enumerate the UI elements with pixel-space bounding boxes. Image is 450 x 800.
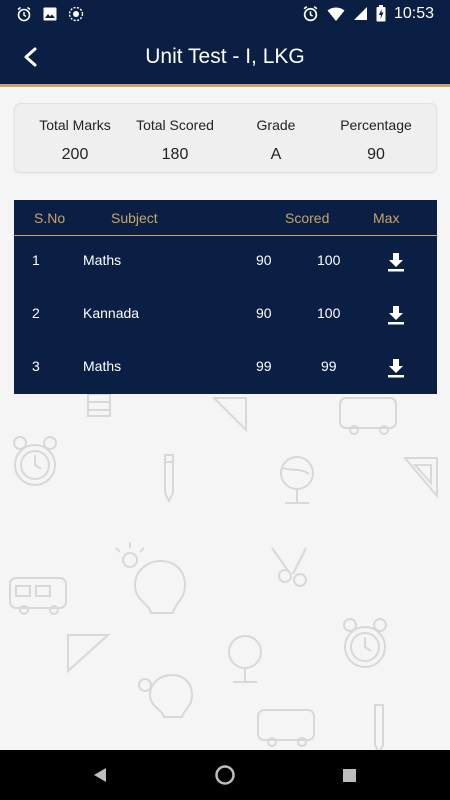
total-marks-label: Total Marks xyxy=(39,117,111,133)
percentage-value: 90 xyxy=(367,146,385,163)
pencil-doodle-icon xyxy=(164,454,174,504)
alarm-clock-doodle-icon xyxy=(343,618,387,668)
header-scored: Scored xyxy=(285,210,330,226)
row-max: 99 xyxy=(321,358,337,374)
signal-icon xyxy=(353,7,367,20)
grade-column: Grade A xyxy=(226,104,326,174)
image-icon xyxy=(43,7,57,20)
total-scored-label: Total Scored xyxy=(136,117,214,133)
total-scored-column: Total Scored 180 xyxy=(125,104,225,174)
nav-recents-button[interactable] xyxy=(336,762,362,788)
sync-icon xyxy=(68,6,84,21)
bulb-head-doodle-icon xyxy=(138,673,194,718)
navigation-bar xyxy=(0,750,450,800)
pencil-doodle-icon xyxy=(374,704,384,750)
header-sno: S.No xyxy=(34,210,66,226)
total-marks-column: Total Marks 200 xyxy=(25,104,125,174)
table-header: S.No Subject Scored Max xyxy=(14,200,437,236)
total-marks-value: 200 xyxy=(61,146,89,163)
home-circle-icon xyxy=(215,765,235,785)
bus-doodle-icon xyxy=(9,577,67,615)
bulb-head-doodle-icon xyxy=(115,542,187,614)
row-scored: 90 xyxy=(256,252,272,268)
row-scored: 90 xyxy=(256,305,272,321)
download-icon xyxy=(388,253,404,272)
globe-doodle-icon xyxy=(228,635,262,683)
back-triangle-icon xyxy=(94,768,106,782)
globe-doodle-icon xyxy=(280,456,314,504)
download-button[interactable] xyxy=(384,250,408,274)
battery-icon xyxy=(376,5,386,22)
bus-doodle-icon xyxy=(257,709,315,747)
grade-label: Grade xyxy=(256,117,296,133)
page-title: Unit Test - I, LKG xyxy=(145,45,305,68)
row-max: 100 xyxy=(317,252,341,268)
row-max: 100 xyxy=(317,305,341,321)
app-bar: Unit Test - I, LKG xyxy=(0,27,450,87)
row-sno: 1 xyxy=(32,252,40,268)
table-row: 3 Maths 99 99 xyxy=(14,342,437,395)
marks-table: S.No Subject Scored Max 1 Maths 90 100 2… xyxy=(14,200,437,394)
alarm-clock-doodle-icon xyxy=(13,436,57,486)
summary-card: Total Marks 200 Total Scored 180 Grade A… xyxy=(14,103,437,173)
alarm-icon xyxy=(17,6,31,21)
row-sno: 2 xyxy=(32,305,40,321)
download-icon xyxy=(388,359,404,378)
set-square-doodle-icon xyxy=(402,457,438,499)
nav-home-button[interactable] xyxy=(212,762,238,788)
set-square-doodle-icon xyxy=(211,397,247,433)
bus-doodle-icon xyxy=(339,397,397,435)
grade-value: A xyxy=(270,146,282,163)
wifi-icon xyxy=(327,7,345,21)
row-sno: 3 xyxy=(32,358,40,374)
row-subject: Maths xyxy=(83,358,122,374)
set-square-doodle-icon xyxy=(67,634,111,674)
total-scored-value: 180 xyxy=(161,146,189,163)
background-doodles xyxy=(9,385,438,750)
percentage-column: Percentage 90 xyxy=(326,104,426,174)
header-max: Max xyxy=(373,210,400,226)
recents-square-icon xyxy=(342,768,356,782)
table-row: 1 Maths 90 100 xyxy=(14,236,437,289)
download-button[interactable] xyxy=(384,303,408,327)
table-row: 2 Kannada 90 100 xyxy=(14,289,437,342)
percentage-label: Percentage xyxy=(340,117,412,133)
nav-back-button[interactable] xyxy=(87,762,113,788)
row-subject: Maths xyxy=(83,252,122,268)
row-scored: 99 xyxy=(256,358,272,374)
scissors-doodle-icon xyxy=(271,547,307,587)
header-subject: Subject xyxy=(111,210,158,226)
alarm-icon xyxy=(303,5,318,22)
download-icon xyxy=(388,306,404,325)
row-subject: Kannada xyxy=(83,305,140,321)
status-time: 10:53 xyxy=(393,4,434,22)
status-bar: 10:53 xyxy=(0,0,450,27)
download-button[interactable] xyxy=(384,356,408,380)
